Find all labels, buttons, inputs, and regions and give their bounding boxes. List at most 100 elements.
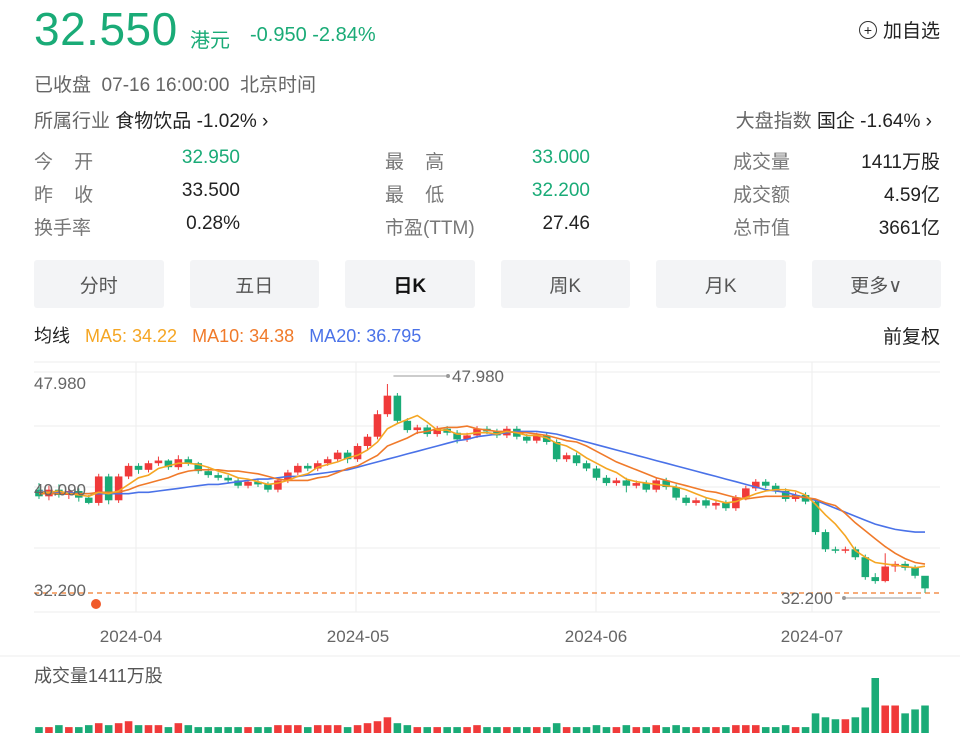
candle-body — [204, 471, 213, 476]
y-axis-label: 40.090 — [34, 481, 86, 500]
volume-bar — [84, 725, 93, 733]
volume-bar — [811, 713, 820, 733]
volume-bar — [284, 725, 292, 733]
candle-body — [881, 566, 889, 582]
volume-bar — [35, 727, 43, 733]
volume-bar — [124, 721, 133, 733]
ma5-line — [39, 414, 926, 569]
volume-bar — [841, 719, 850, 733]
volume-bar — [493, 727, 501, 733]
volume-bar — [363, 723, 372, 733]
candle-body — [722, 502, 730, 509]
candle-body — [612, 480, 621, 484]
candle-body — [761, 481, 770, 486]
volume-bar — [682, 727, 690, 733]
volume-bar — [194, 727, 203, 733]
volume-bar — [244, 727, 252, 733]
candle-body — [562, 455, 571, 460]
volume-bar — [582, 727, 591, 733]
candle-body — [702, 500, 710, 506]
volume-bar — [104, 725, 113, 733]
candle-body — [373, 414, 382, 437]
volume-bar — [612, 727, 621, 733]
volume-bar — [403, 725, 412, 733]
volume-bar — [453, 727, 461, 733]
volume-bar — [911, 709, 919, 733]
candle-body — [821, 532, 830, 550]
candle-body — [732, 497, 740, 509]
high-annotation-dot — [446, 374, 450, 378]
volume-bar — [662, 727, 670, 733]
volume-bar — [254, 727, 262, 733]
volume-bar — [383, 717, 392, 733]
volume-bar — [393, 723, 402, 733]
candle-body — [523, 436, 531, 441]
volume-bar — [353, 725, 362, 733]
candle-body — [333, 452, 342, 460]
volume-bar — [702, 727, 710, 733]
x-axis-label: 2024-06 — [565, 627, 627, 646]
volume-bar — [523, 727, 531, 733]
volume-bar — [642, 727, 651, 733]
volume-bar — [781, 725, 790, 733]
kline-chart[interactable]: 47.980 40.090 32.200 47.980 32.200 2024-04 202… — [0, 0, 960, 753]
x-axis-label: 2024-07 — [781, 627, 843, 646]
volume-bar — [602, 727, 611, 733]
volume-bar — [791, 727, 800, 733]
event-marker-dot — [91, 599, 101, 609]
volume-bar — [572, 727, 581, 733]
volume-bar — [264, 727, 272, 733]
candle-body — [871, 577, 880, 582]
volume-bar — [94, 723, 103, 733]
volume-bar — [592, 725, 601, 733]
candle-body — [622, 480, 631, 486]
volume-bar — [513, 727, 521, 733]
volume-bar — [65, 727, 73, 733]
volume-bar — [532, 727, 541, 733]
candle-body — [294, 465, 302, 473]
volume-bar — [234, 727, 242, 733]
volume-bar — [483, 727, 491, 733]
candle-body — [244, 481, 252, 486]
candle-body — [712, 502, 720, 506]
volume-bar — [164, 727, 173, 733]
volume-bar — [294, 725, 302, 733]
y-axis-label: 32.200 — [34, 581, 86, 600]
volume-bar — [413, 727, 422, 733]
candle-body — [692, 500, 700, 503]
candle-body — [94, 476, 103, 503]
volume-bar — [672, 725, 680, 733]
y-axis-label: 47.980 — [34, 374, 86, 393]
candle-body — [403, 420, 412, 431]
volume-bar — [75, 727, 83, 733]
volume-bar — [622, 725, 631, 733]
candle-body — [353, 445, 362, 460]
volume-bar — [373, 721, 382, 733]
volume-bar — [801, 727, 810, 733]
candle-body — [572, 455, 581, 464]
volume-bar — [851, 717, 860, 733]
volume-bar — [751, 725, 760, 733]
candle-body — [592, 468, 601, 478]
candle-body — [602, 477, 611, 484]
high-annotation-label: 47.980 — [452, 367, 504, 386]
volume-bar — [114, 723, 123, 733]
ma20-line — [38, 430, 925, 533]
volume-bar — [881, 705, 889, 733]
volume-bar — [184, 725, 193, 733]
candle-body — [134, 465, 143, 470]
volume-bar — [45, 727, 53, 733]
volume-bar — [921, 705, 929, 733]
volume-bar — [761, 727, 770, 733]
candle-body — [104, 476, 113, 501]
candle-body — [632, 483, 641, 486]
x-axis-label: 2024-05 — [327, 627, 389, 646]
low-annotation-label: 32.200 — [781, 589, 833, 608]
volume-bar — [732, 725, 740, 733]
candle-body — [393, 395, 402, 421]
volume-bar — [712, 727, 720, 733]
volume-bar — [861, 707, 870, 733]
volume-bar — [652, 725, 661, 733]
candle-body — [323, 459, 332, 464]
volume-bar — [503, 727, 511, 733]
